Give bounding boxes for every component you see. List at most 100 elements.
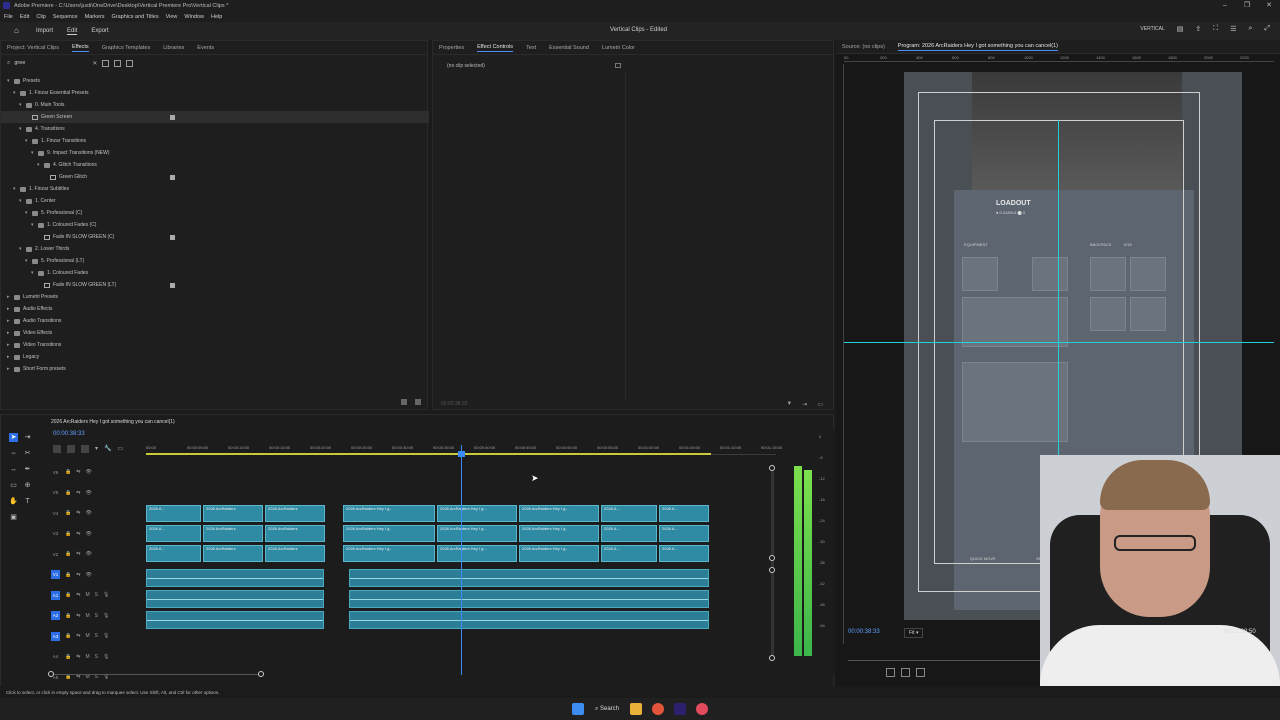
clear-search-icon[interactable]: ✕ <box>92 60 97 67</box>
track-header[interactable]: A5 🔒 ⇆ M S 🎙 <box>45 668 141 686</box>
mic-icon[interactable]: 🎙 <box>103 613 109 619</box>
chevron-right-icon[interactable]: ▸ <box>7 306 14 312</box>
menu-help[interactable]: Help <box>211 14 222 20</box>
menu-markers[interactable]: Markers <box>85 14 105 20</box>
lock-icon[interactable]: 🔒 <box>65 490 71 496</box>
solo-icon[interactable]: S <box>95 654 98 660</box>
effect-folder[interactable]: ▾ 4. Glitch Transitions <box>1 159 429 171</box>
slip-tool-icon[interactable]: ↔ <box>9 465 18 474</box>
wrench-icon[interactable]: 🔧 <box>104 445 111 453</box>
lock-icon[interactable]: 🔒 <box>65 592 71 598</box>
workspace-layout-icon[interactable]: ▤ <box>1177 25 1184 33</box>
eye-icon[interactable]: 👁 <box>85 510 91 516</box>
expand-view-icon[interactable] <box>615 63 621 68</box>
hscroll-knob[interactable] <box>258 671 264 677</box>
lock-icon[interactable]: 🔒 <box>65 613 71 619</box>
chevron-down-icon[interactable]: ▾ <box>13 186 20 192</box>
track-name[interactable]: A1 <box>51 590 60 600</box>
track-header[interactable]: V1 🔒 ⇆ 👁 <box>45 566 141 584</box>
lock-icon[interactable]: 🔒 <box>65 551 71 557</box>
audio-clip[interactable] <box>349 569 709 587</box>
lock-icon[interactable]: 🔒 <box>65 654 71 660</box>
lock-icon[interactable]: 🔒 <box>65 469 71 475</box>
chevron-down-icon[interactable]: ▾ <box>25 138 32 144</box>
effect-folder[interactable]: ▸ Audio Transitions <box>1 315 429 327</box>
video-clip[interactable]: 2026 ArcRaiders Hey I g... <box>437 525 517 542</box>
video-clip[interactable]: 2026 ArcRaiders Hey I g... <box>343 525 435 542</box>
nest-toggle-icon[interactable] <box>53 445 61 453</box>
effect-folder[interactable]: ▸ Short Form presets <box>1 363 429 375</box>
track-name[interactable]: V6 <box>51 468 60 477</box>
effect-folder[interactable]: ▾ 1. Center <box>1 195 429 207</box>
video-clip[interactable]: 2026 A... <box>601 525 657 542</box>
eye-icon[interactable]: 👁 <box>85 531 91 537</box>
video-clip[interactable]: 2026 A... <box>601 505 657 522</box>
sync-icon[interactable]: ⇆ <box>76 613 80 619</box>
timeline-timecode[interactable]: 00:00:38:33 <box>53 431 85 437</box>
chevron-down-icon[interactable]: ▾ <box>25 258 32 264</box>
chevron-right-icon[interactable]: ▸ <box>7 318 14 324</box>
video-clip[interactable]: 2026 ArcRaiders <box>265 525 325 542</box>
solo-icon[interactable]: S <box>95 592 98 598</box>
sync-icon[interactable]: ⇆ <box>76 469 80 475</box>
effect-folder[interactable]: ▾ 2. Lower Thirds <box>1 243 429 255</box>
audio-clip[interactable] <box>349 590 709 608</box>
menu-clip[interactable]: Clip <box>36 14 45 20</box>
audio-clip[interactable] <box>146 569 324 587</box>
track-header[interactable]: V3 🔒 ⇆ 👁 <box>45 525 141 543</box>
chevron-right-icon[interactable]: ▸ <box>7 342 14 348</box>
mic-icon[interactable]: 🎙 <box>103 654 109 660</box>
sync-icon[interactable]: ⇆ <box>76 510 80 516</box>
expand-icon[interactable]: ⤢ <box>1264 25 1270 33</box>
video-clip[interactable]: 2026 A... <box>659 505 709 522</box>
chevron-right-icon[interactable]: ▸ <box>7 366 14 372</box>
chevron-right-icon[interactable]: ▸ <box>7 330 14 336</box>
track-select-tool-icon[interactable]: ⇥ <box>23 433 32 442</box>
tab-libraries[interactable]: Libraries <box>163 45 184 51</box>
video-clip[interactable]: 2026 ArcRaiders <box>203 505 263 522</box>
audio-clip[interactable] <box>146 611 324 629</box>
workspace-name[interactable]: VERTICAL <box>1140 26 1164 32</box>
export-frame-icon[interactable] <box>916 668 925 677</box>
tab-source-monitor[interactable]: Source: (no clips) <box>842 44 885 50</box>
overwrite-icon[interactable] <box>901 668 910 677</box>
type-tool-icon[interactable]: T <box>23 497 32 506</box>
video-clip[interactable]: 2026 ArcRaiders Hey I g... <box>343 505 435 522</box>
eye-icon[interactable]: 👁 <box>85 490 91 496</box>
close-button[interactable]: ✕ <box>1258 0 1280 11</box>
program-current-timecode[interactable]: 00:00:38:33 <box>848 629 880 635</box>
effects-search-input[interactable] <box>14 58 93 68</box>
sync-icon[interactable]: ⇆ <box>76 592 80 598</box>
track-name[interactable]: V1 <box>51 570 60 579</box>
video-clip[interactable]: 2026 ArcRaiders Hey I g... <box>437 505 517 522</box>
track-name[interactable]: V2 <box>51 550 60 559</box>
selection-tool-icon[interactable]: ➤ <box>9 433 18 442</box>
search-help-icon[interactable]: ⌕ <box>1248 25 1252 33</box>
menu-window[interactable]: Window <box>184 14 204 20</box>
chevron-down-icon[interactable]: ▾ <box>19 246 26 252</box>
video-clip[interactable]: 2026 A... <box>659 545 709 562</box>
effect-folder[interactable]: ▾ 1. Finzar Subtitles <box>1 183 429 195</box>
tab-lumetri-color[interactable]: Lumetri Color <box>602 45 635 51</box>
menu-edit[interactable]: Edit <box>20 14 29 20</box>
mute-icon[interactable]: M <box>85 613 89 619</box>
chevron-down-icon[interactable]: ▾ <box>19 198 26 204</box>
track-name[interactable]: A2 <box>51 611 60 620</box>
eye-icon[interactable]: 👁 <box>85 469 91 475</box>
video-clip[interactable]: 2026 A... <box>146 505 201 522</box>
timeline-vertical-scrollbar[interactable] <box>769 465 775 661</box>
playhead-handle[interactable] <box>458 451 465 457</box>
effect-folder[interactable]: ▾ 9. Impact Transitions (NEW) <box>1 147 429 159</box>
effect-folder[interactable]: ▸ Video Effects <box>1 327 429 339</box>
video-clip[interactable]: 2026 A... <box>659 525 709 542</box>
yuv-filter-icon[interactable] <box>126 59 134 67</box>
video-clip[interactable]: 2026 A... <box>146 525 201 542</box>
lock-icon[interactable]: 🔒 <box>65 572 71 578</box>
browser-icon[interactable] <box>652 703 665 715</box>
32bit-filter-icon[interactable] <box>114 59 122 67</box>
track-name[interactable]: V3 <box>51 529 60 538</box>
eye-icon[interactable]: 👁 <box>85 572 91 578</box>
chevron-down-icon[interactable]: ▾ <box>7 78 14 84</box>
windows-start-icon[interactable] <box>571 703 584 715</box>
track-header[interactable]: A4 🔒 ⇆ M S 🎙 <box>45 648 141 666</box>
